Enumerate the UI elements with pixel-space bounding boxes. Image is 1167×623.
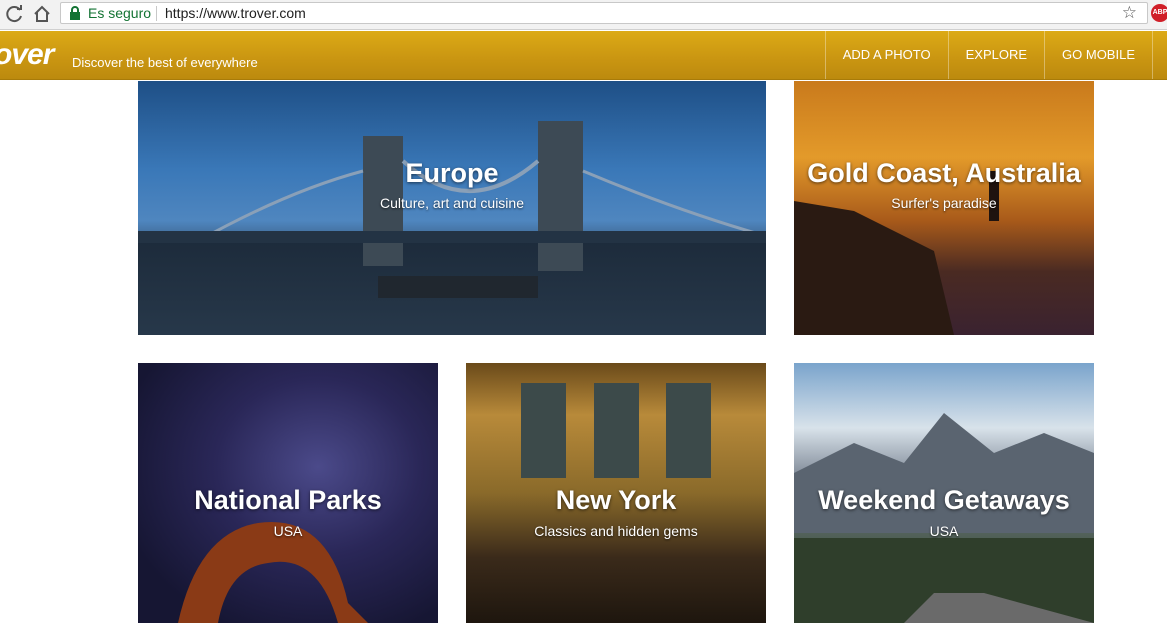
card-title: Weekend Getaways xyxy=(818,485,1070,515)
card-title: New York xyxy=(555,485,677,515)
nav-explore[interactable]: EXPLORE xyxy=(947,31,1044,79)
site-logo[interactable]: over xyxy=(0,38,54,72)
nav-go-mobile[interactable]: GO MOBILE xyxy=(1044,31,1152,79)
secure-label: Es seguro xyxy=(88,5,152,21)
card-new-york[interactable]: New York Classics and hidden gems xyxy=(466,363,766,623)
card-title: Gold Coast, Australia xyxy=(807,158,1081,188)
url-text[interactable]: https://www.trover.com xyxy=(165,5,306,21)
adblock-extension-icon[interactable]: ABP xyxy=(1151,4,1167,22)
main-nav: ADD A PHOTO EXPLORE GO MOBILE xyxy=(824,31,1167,80)
card-national-parks[interactable]: National Parks USA xyxy=(138,363,438,623)
card-subtitle: USA xyxy=(273,523,303,539)
card-subtitle: Surfer's paradise xyxy=(891,195,997,211)
reload-icon[interactable] xyxy=(4,3,26,25)
card-title: Europe xyxy=(405,158,499,188)
card-subtitle: USA xyxy=(929,523,959,539)
nav-edge xyxy=(1152,31,1167,79)
site-tagline: Discover the best of everywhere xyxy=(72,55,258,70)
nav-add-a-photo[interactable]: ADD A PHOTO xyxy=(824,31,948,79)
lock-icon xyxy=(70,6,80,20)
address-bar[interactable]: Es seguro https://www.trover.com ☆ xyxy=(60,2,1148,24)
card-gold-coast[interactable]: Gold Coast, Australia Surfer's paradise xyxy=(794,81,1094,335)
card-subtitle: Classics and hidden gems xyxy=(534,523,698,539)
home-icon[interactable] xyxy=(31,3,53,25)
site-header: over Discover the best of everywhere ADD… xyxy=(0,31,1167,80)
card-subtitle: Culture, art and cuisine xyxy=(380,195,524,211)
omnibox-divider xyxy=(156,6,157,21)
browser-toolbar: Es seguro https://www.trover.com ☆ ABP xyxy=(0,0,1167,30)
card-title: National Parks xyxy=(194,485,382,515)
card-europe[interactable]: Europe Culture, art and cuisine xyxy=(138,81,766,335)
card-weekend-getaways[interactable]: Weekend Getaways USA xyxy=(794,363,1094,623)
bookmark-star-icon[interactable]: ☆ xyxy=(1122,3,1137,23)
